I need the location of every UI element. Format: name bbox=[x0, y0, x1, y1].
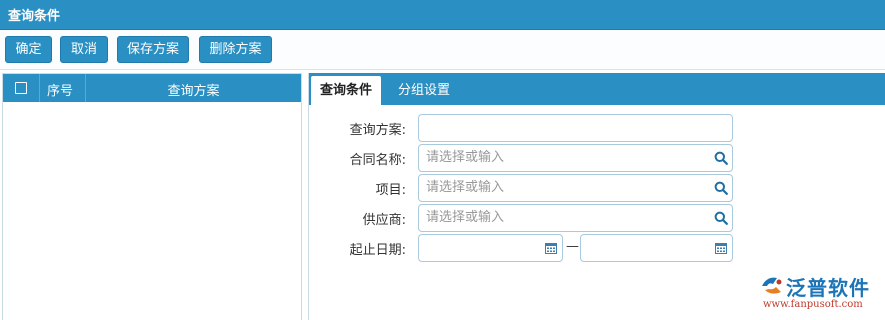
title-bar: 查询条件 bbox=[0, 0, 885, 30]
contract-name-input[interactable]: 请选择或输入 bbox=[418, 144, 733, 172]
date-separator: — bbox=[566, 239, 579, 254]
column-header-plan[interactable]: 查询方案 bbox=[86, 80, 301, 99]
plan-label: 查询方案: bbox=[349, 123, 406, 138]
search-icon[interactable] bbox=[714, 211, 728, 225]
calendar-icon[interactable] bbox=[715, 242, 727, 254]
toolbar: 确定 取消 保存方案 删除方案 bbox=[0, 30, 885, 70]
tab-group-settings[interactable]: 分组设置 bbox=[389, 76, 459, 105]
column-header-no[interactable]: 序号 bbox=[47, 80, 73, 99]
cancel-button[interactable]: 取消 bbox=[60, 36, 108, 63]
brand-name: 泛普软件 bbox=[786, 276, 870, 300]
project-input[interactable]: 请选择或输入 bbox=[418, 174, 733, 202]
confirm-button[interactable]: 确定 bbox=[5, 36, 52, 63]
search-icon[interactable] bbox=[714, 151, 728, 165]
column-divider bbox=[39, 74, 40, 102]
end-date-input[interactable] bbox=[580, 234, 733, 262]
calendar-icon[interactable] bbox=[545, 242, 557, 254]
tab-query-conditions[interactable]: 查询条件 bbox=[311, 76, 381, 105]
fanpu-logo-icon bbox=[762, 277, 782, 294]
start-date-input[interactable] bbox=[418, 234, 563, 262]
search-icon[interactable] bbox=[714, 181, 728, 195]
save-plan-button[interactable]: 保存方案 bbox=[117, 36, 189, 63]
plan-list-header: 序号 查询方案 bbox=[3, 74, 301, 102]
supplier-label: 供应商: bbox=[362, 213, 406, 228]
delete-plan-button[interactable]: 删除方案 bbox=[199, 36, 272, 63]
tab-bar: 查询条件 分组设置 bbox=[309, 73, 885, 105]
project-label: 项目: bbox=[375, 183, 406, 198]
select-all-checkbox[interactable] bbox=[15, 82, 27, 94]
brand-logo: 泛普软件 www.fanpusoft.com bbox=[755, 272, 880, 314]
supplier-input[interactable]: 请选择或输入 bbox=[418, 204, 733, 232]
plan-input[interactable] bbox=[418, 114, 733, 142]
brand-url: www.fanpusoft.com bbox=[763, 299, 863, 310]
contract-name-label: 合同名称: bbox=[349, 153, 406, 168]
plan-list-panel: 序号 查询方案 bbox=[2, 73, 302, 320]
window-title: 查询条件 bbox=[8, 9, 61, 24]
date-range-label: 起止日期: bbox=[349, 243, 406, 258]
